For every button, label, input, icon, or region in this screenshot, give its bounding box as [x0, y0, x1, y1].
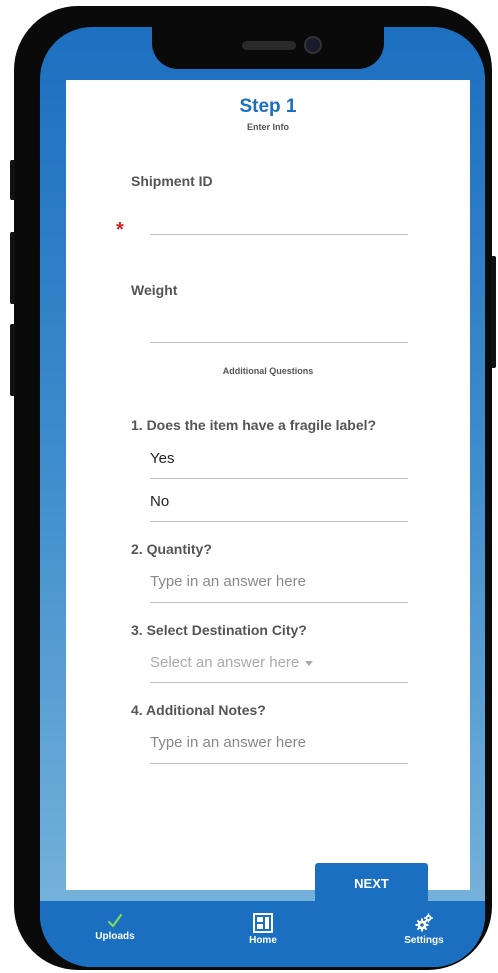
speaker [242, 41, 296, 50]
q1-option-no[interactable]: No [150, 493, 169, 510]
tab-bar: Uploads Home Settings [40, 901, 485, 967]
power-button [491, 256, 496, 368]
shipment-id-label: Shipment ID [131, 173, 213, 189]
required-marker: * [116, 219, 124, 241]
chevron-down-icon [305, 660, 314, 666]
notch [152, 27, 384, 69]
tab-settings[interactable]: Settings [386, 901, 462, 967]
weight-input[interactable] [150, 342, 408, 343]
next-button[interactable]: NEXT [315, 863, 428, 905]
tab-uploads-label: Uploads [95, 931, 135, 942]
tab-home-label: Home [249, 935, 277, 946]
q3-select-placeholder: Select an answer here [150, 654, 300, 671]
q3-select[interactable]: Select an answer here [150, 654, 314, 671]
shipment-id-input[interactable] [150, 234, 408, 235]
section-title: Additional Questions [222, 366, 314, 376]
screen: Step 1 Enter Info Shipment ID * Weight A… [40, 27, 485, 967]
q1-option-yes[interactable]: Yes [150, 450, 174, 467]
q1-divider [150, 521, 408, 522]
gears-icon [415, 913, 433, 932]
q2-label: 2. Quantity? [131, 541, 212, 557]
home-grid-icon [253, 913, 273, 933]
volume-up-button [10, 232, 15, 304]
page-subtitle: Enter Info [247, 122, 289, 132]
q2-input[interactable]: Type in an answer here [150, 573, 306, 590]
mute-switch [10, 160, 15, 200]
q4-input[interactable]: Type in an answer here [150, 734, 306, 751]
q3-label: 3. Select Destination City? [131, 622, 307, 638]
camera-icon [304, 36, 322, 54]
tab-settings-label: Settings [404, 935, 444, 946]
volume-down-button [10, 324, 15, 396]
q1-divider [150, 478, 408, 479]
q4-underline [150, 763, 408, 764]
form-card: Step 1 Enter Info Shipment ID * Weight A… [66, 80, 470, 905]
page-title: Step 1 [239, 96, 297, 117]
q3-underline [150, 682, 408, 683]
tab-uploads[interactable]: Uploads [80, 901, 150, 967]
q1-label: 1. Does the item have a fragile label? [131, 417, 377, 433]
q4-label: 4. Additional Notes? [131, 702, 266, 718]
weight-label: Weight [131, 282, 178, 298]
tab-home[interactable]: Home [230, 901, 296, 967]
check-icon [107, 913, 123, 928]
q2-underline [150, 602, 408, 603]
phone-frame: Step 1 Enter Info Shipment ID * Weight A… [10, 6, 496, 970]
